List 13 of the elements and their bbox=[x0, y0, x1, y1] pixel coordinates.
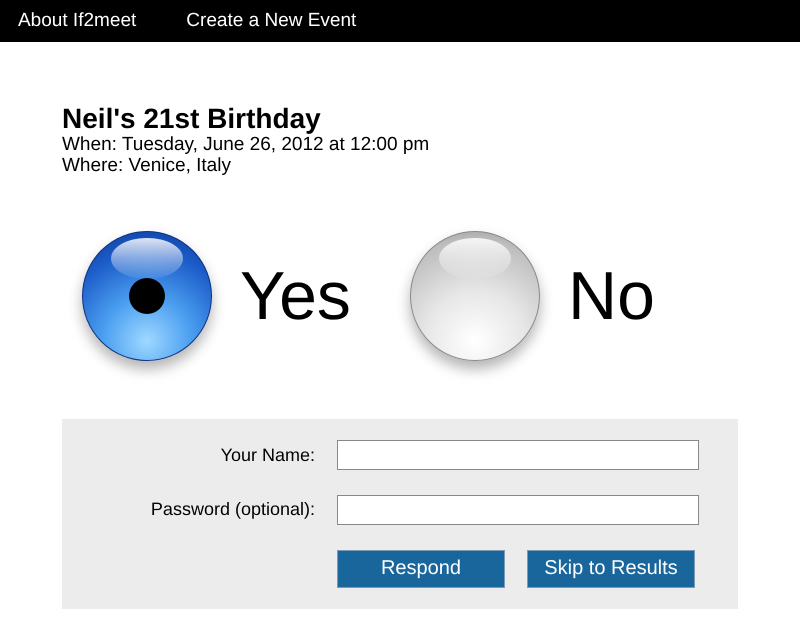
choice-label: No bbox=[568, 257, 655, 335]
respond-button[interactable]: Respond bbox=[337, 550, 505, 588]
event-when: When: Tuesday, June 26, 2012 at 12:00 pm bbox=[62, 134, 430, 155]
event-where: Where: Venice, Italy bbox=[62, 155, 232, 176]
choice-label: Yes bbox=[240, 257, 351, 335]
input-field[interactable] bbox=[337, 440, 699, 470]
field-label: Your Name: bbox=[220, 444, 315, 466]
nav-link[interactable]: Create a New Event bbox=[186, 10, 356, 32]
field-label: Password (optional): bbox=[150, 499, 315, 520]
nav-link[interactable]: About If2meet bbox=[18, 10, 136, 32]
results-button[interactable]: Skip to Results bbox=[527, 550, 695, 588]
event-title: Neil's 21st Birthday bbox=[62, 104, 322, 134]
input-field[interactable] bbox=[337, 494, 699, 525]
